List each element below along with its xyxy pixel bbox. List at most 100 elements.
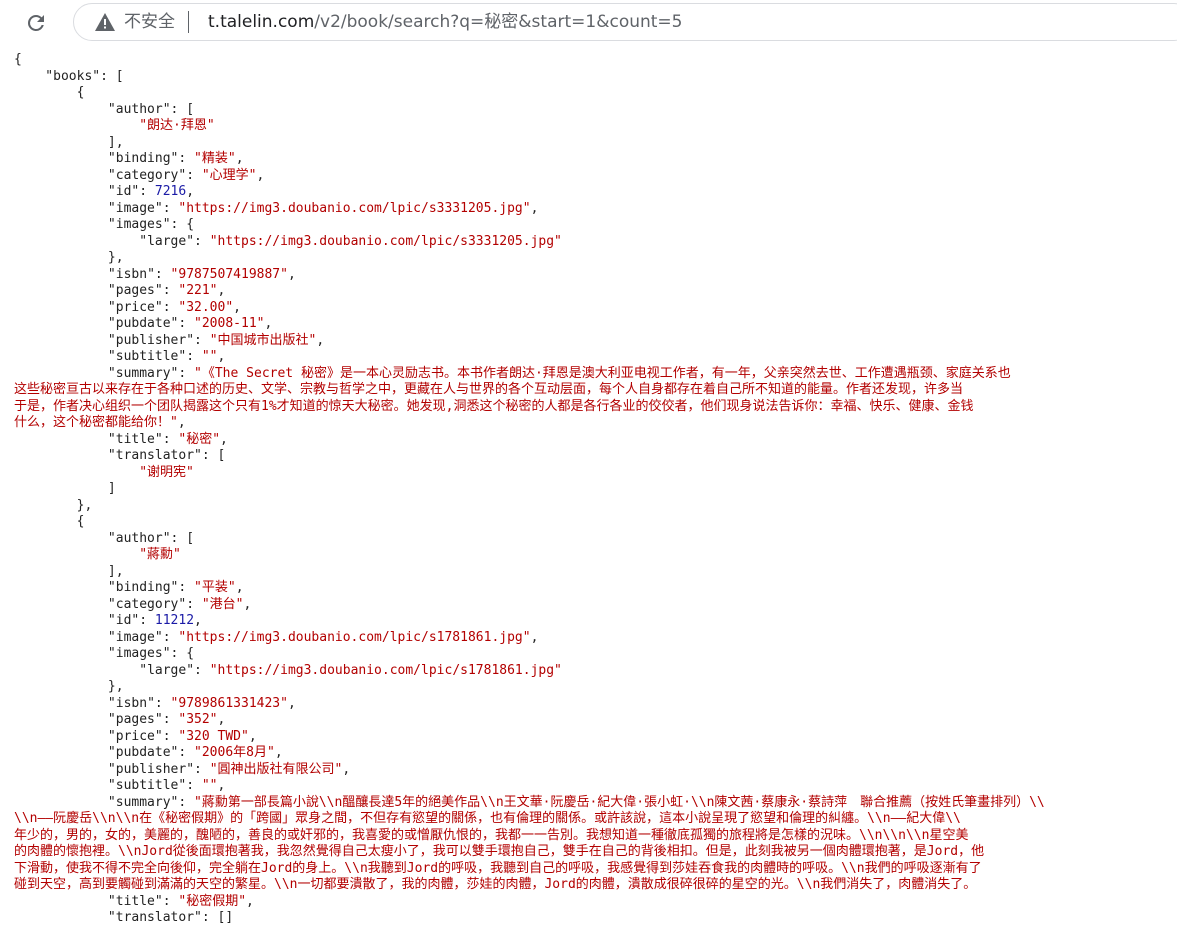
json-line: "binding": "精装", [14, 151, 1045, 168]
json-punct: " [14, 761, 116, 777]
json-string: "《The Secret 秘密》是一本心灵励志书。本书作者朗达·拜恩是澳大利亚电… [194, 365, 1011, 381]
json-punct [14, 465, 139, 480]
json-punct: , [287, 266, 296, 282]
json-punct: , [256, 167, 265, 183]
json-punct: ": [170, 151, 195, 166]
json-number: 7216 [154, 184, 187, 199]
json-punct: ": [ [92, 68, 124, 84]
json-punct: " [14, 151, 116, 166]
json-line: { [14, 52, 1045, 69]
json-key: image [115, 200, 155, 216]
json-string: "港台" [201, 596, 244, 612]
json-punct: , [217, 349, 226, 364]
json-line: "isbn": "9787507419887", [14, 267, 1045, 284]
json-line: 什么，这个秘密都能给你！", [14, 415, 1045, 432]
json-punct: " [14, 332, 116, 348]
json-punct: , [233, 299, 241, 315]
json-string: "352" [178, 712, 218, 727]
json-number: 11212 [154, 613, 195, 628]
json-line: "translator": [] [14, 910, 1045, 927]
json-key: isbn [115, 266, 148, 282]
json-punct: ": [170, 316, 195, 331]
json-line: "pubdate": "2008-11", [14, 316, 1045, 333]
security-status-label[interactable]: 不安全 [124, 10, 175, 34]
json-line: "category": "港台", [14, 597, 1045, 614]
json-line: "isbn": "9789861331423", [14, 696, 1045, 713]
json-punct: " [14, 68, 54, 84]
json-line: "蔣勳" [14, 547, 1045, 564]
json-key: title [115, 893, 155, 909]
json-punct: " [14, 893, 116, 909]
json-line: 年少的，男的，女的，美麗的，醜陋的，善良的或奸邪的，我喜愛的或憎厭仇恨的，我都一… [14, 828, 1045, 845]
json-punct: " [14, 316, 116, 331]
json-key: images [115, 217, 163, 232]
json-string: "朗达·拜恩" [139, 118, 215, 133]
json-key: subtitle [115, 778, 179, 793]
json-key: price [115, 299, 155, 315]
json-line: "publisher": "圓神出版社有限公司", [14, 762, 1045, 779]
json-punct: " [14, 101, 116, 117]
json-punct: , [243, 596, 252, 612]
json-punct: ": [147, 695, 171, 711]
json-string: "秘密假期" [178, 893, 247, 909]
json-punct: " [14, 596, 116, 612]
json-line: \\n——阮慶岳\\n\\n在《秘密假期》的「跨國」眾身之間，不但存有慾望的關係… [14, 811, 1045, 828]
json-string: 年少的，男的，女的，美麗的，醜陋的，善良的或奸邪的，我喜愛的或憎厭仇恨的，我都一… [14, 827, 969, 843]
reload-icon[interactable] [24, 11, 48, 35]
json-string: "221" [178, 283, 218, 298]
address-separator [188, 11, 189, 33]
json-string: "320 TWD" [178, 728, 249, 744]
json-punct: ": [186, 662, 210, 678]
json-string: "平装" [194, 580, 236, 595]
json-line: "pages": "221", [14, 283, 1045, 300]
json-punct: , [235, 580, 244, 595]
json-punct: " [14, 662, 148, 678]
json-punct: ": [131, 613, 155, 628]
json-key: pubdate [115, 316, 171, 331]
json-line: "image": "https://img3.doubanio.com/lpic… [14, 630, 1045, 647]
json-punct: ": [ [162, 530, 195, 546]
json-string: "" [201, 778, 218, 793]
json-key: isbn [115, 695, 148, 711]
json-punct: ": [131, 184, 155, 199]
json-string: "2008-11" [194, 316, 265, 331]
json-string: "2006年8月" [194, 745, 275, 760]
json-string: "https://img3.doubanio.com/lpic/s3331205… [209, 233, 562, 249]
json-punct: , [342, 761, 351, 777]
json-punct: , [274, 745, 283, 760]
json-punct: " [14, 167, 116, 183]
json-line: "id": 7216, [14, 184, 1045, 201]
json-key: price [115, 728, 155, 744]
warning-icon[interactable] [94, 12, 116, 32]
json-punct: { [14, 85, 85, 100]
url-text[interactable]: t.talelin.com/v2/book/search?q=秘密&start=… [208, 10, 683, 34]
json-key: translator [115, 910, 195, 925]
json-punct: ": [178, 778, 202, 793]
json-line: 的肉體的懷抱裡。\\nJord從後面環抱著我，我忽然覺得自己太瘦小了，我可以雙手… [14, 844, 1045, 861]
json-punct: , [316, 332, 325, 348]
json-punct: ": [170, 365, 195, 381]
json-line: }, [14, 498, 1045, 515]
json-punct: ": [154, 712, 179, 727]
json-punct: , [217, 283, 226, 298]
json-key: image [115, 629, 155, 645]
json-string: "32.00" [178, 299, 234, 315]
json-line: "pages": "352", [14, 712, 1045, 729]
json-punct: " [14, 530, 116, 546]
json-line: "images": { [14, 217, 1045, 234]
json-string: "蔣勳" [139, 547, 181, 562]
json-key: author [115, 530, 163, 546]
json-line: 下滑動，使我不得不完全向後仰，完全躺在Jord的身上。\\n我聽到Jord的呼吸… [14, 861, 1045, 878]
json-punct: ], [14, 134, 124, 150]
json-punct: " [14, 448, 116, 463]
json-string: "9787507419887" [170, 266, 288, 282]
json-key: translator [115, 448, 195, 463]
json-line: "author": [ [14, 102, 1045, 119]
json-punct: " [14, 217, 116, 232]
json-punct: ": [186, 761, 210, 777]
json-line: "id": 11212, [14, 613, 1045, 630]
json-key: summary [115, 365, 171, 381]
json-punct: " [14, 365, 116, 381]
json-punct: { [14, 52, 22, 67]
url-host: t.talelin.com [208, 12, 315, 32]
